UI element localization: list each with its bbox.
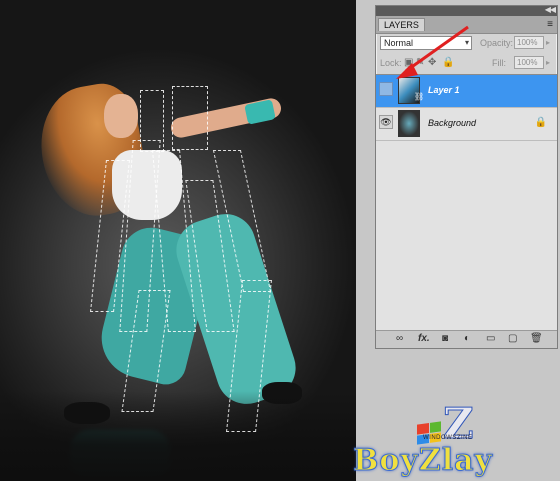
- mask-icon[interactable]: ◙: [442, 333, 448, 344]
- folder-icon[interactable]: ▭: [486, 333, 495, 344]
- fill-field[interactable]: 100%: [514, 56, 544, 69]
- selection-strip: [140, 90, 164, 152]
- new-layer-icon[interactable]: ▢: [508, 333, 517, 344]
- document-canvas[interactable]: [0, 0, 356, 481]
- layer-thumbnail: [398, 110, 420, 137]
- watermark-logo: Z WINDOWSZINE BoyZlay: [335, 399, 560, 481]
- windows-logo-icon: [417, 421, 441, 445]
- panel-bottom-bar: ∞ fx. ◙ ◐ ▭ ▢ 🗑: [376, 330, 557, 348]
- layer-name[interactable]: Background: [428, 118, 476, 128]
- opacity-arrow-icon[interactable]: ▸: [546, 38, 550, 47]
- eye-icon[interactable]: 👁: [379, 115, 393, 129]
- adjustment-icon[interactable]: ◐: [464, 333, 470, 344]
- double-chevron-icon[interactable]: ◀◀: [545, 5, 556, 14]
- floor-shadow: [0, 391, 356, 481]
- opacity-label: Opacity:: [480, 38, 514, 48]
- link-icon[interactable]: ∞: [396, 333, 403, 344]
- mask-link-icon: ⛓: [414, 92, 425, 101]
- layers-list: ⛓ Layer 1 👁 Background 🔒: [376, 74, 557, 331]
- layer-row-background[interactable]: 👁 Background 🔒: [376, 108, 557, 141]
- red-arrow-annotation: [396, 25, 469, 79]
- watermark-subtext: WINDOWSZINE: [423, 435, 473, 441]
- watermark-text: BoyZlay: [353, 443, 493, 479]
- lock-icon: 🔒: [534, 117, 547, 128]
- panel-title-bar: ◀◀: [376, 5, 557, 16]
- fill-arrow-icon[interactable]: ▸: [546, 58, 550, 67]
- trash-icon[interactable]: 🗑: [530, 333, 543, 344]
- dancer-face: [104, 94, 138, 138]
- fill-label: Fill:: [492, 58, 506, 68]
- opacity-field[interactable]: 100%: [514, 36, 544, 49]
- fx-icon[interactable]: fx.: [418, 333, 430, 344]
- selection-strip: [172, 86, 208, 150]
- panel-menu-icon[interactable]: ≡: [547, 19, 553, 30]
